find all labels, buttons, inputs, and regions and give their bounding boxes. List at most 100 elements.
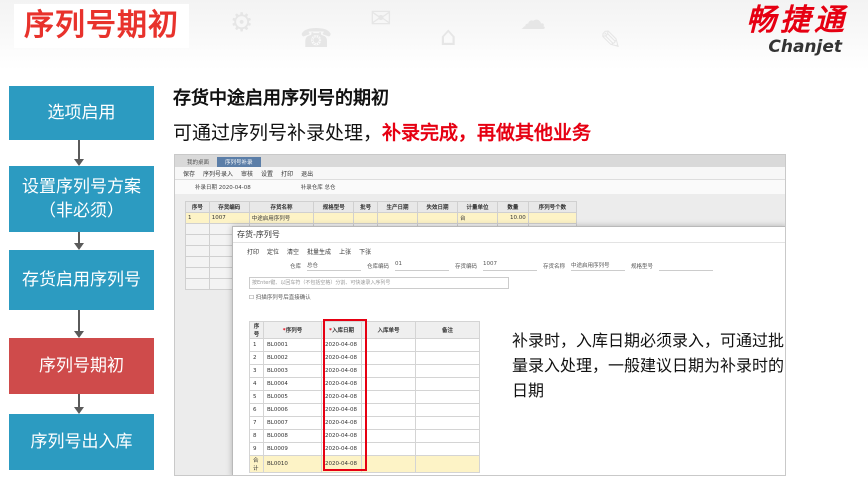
scan-input[interactable]: 按Enter键、以回车符（不包括空格）分割、可快速录入序列号 (249, 277, 509, 289)
save-button[interactable]: 保存 (183, 169, 195, 178)
table-row[interactable]: 2 BL0002 2020-04-08 (249, 351, 480, 365)
checkbox-label: 扫描序列号后直接确认 (255, 295, 311, 301)
cell-name: 中途启用序列号 (248, 212, 315, 224)
flow-step-5: 序列号出入库 (9, 414, 154, 470)
column-header: 序列号个数 (527, 201, 578, 213)
slide: ⚙ ☎ ✉ ⌂ ☁ ✎ 序列号期初 畅捷通 Chanjet 选项启用 设置序列号方案（… (0, 0, 868, 486)
column-header: 序号 (185, 201, 210, 213)
dialog-locate-button[interactable]: 定位 (267, 247, 279, 256)
cell-date: 2020-04-08 (321, 455, 362, 473)
column-header-text: 序列号 (285, 328, 303, 334)
cell-sn: BL0004 (263, 377, 322, 391)
cell-no: 6 (249, 403, 264, 417)
flow-arrow (74, 394, 84, 414)
dialog-fields: 仓库 总仓 仓库编码 01 存货编码 1007 存货名称 中途启用序列号 规格型号 (233, 259, 785, 273)
column-header: *入库日期 (321, 321, 362, 339)
cell-date: 2020-04-08 (321, 442, 362, 456)
filter-date-label: 补录日期 (195, 185, 218, 191)
serial-entry-button[interactable]: 序列号录入 (203, 169, 233, 178)
cell-sn: BL0003 (263, 364, 322, 378)
cell-no: 9 (249, 442, 264, 456)
filter-date[interactable]: 补录日期 2020-04-08 (195, 183, 251, 191)
section-heading: 存货中途启用序列号的期初 (173, 88, 389, 109)
field-label: 仓库编码 (367, 264, 390, 270)
cell-no: 3 (249, 364, 264, 378)
column-header: 存货名称 (248, 201, 315, 213)
flow-step-1: 选项启用 (9, 86, 154, 140)
dialog-batch-generate-button[interactable]: 批量生成 (307, 247, 331, 256)
logo-en-text: Chanjet (768, 37, 842, 57)
filter-warehouse[interactable]: 补录仓库 总仓 (301, 183, 336, 191)
cell-sn: BL0008 (263, 429, 322, 443)
settings-button[interactable]: 设置 (261, 169, 273, 178)
dialog-prev-button[interactable]: 上张 (339, 247, 351, 256)
table-row[interactable]: 5 BL0005 2020-04-08 (249, 390, 480, 404)
flow-step-3: 存货启用序列号 (9, 250, 154, 310)
table-row[interactable]: 6 BL0006 2020-04-08 (249, 403, 480, 417)
table-row[interactable]: 合计 BL0010 2020-04-08 (249, 455, 480, 473)
filter-warehouse-value: 总仓 (324, 185, 336, 191)
column-header: 入库单号 (361, 321, 416, 339)
flow-step-4-active: 序列号期初 (9, 338, 154, 394)
table-row[interactable]: 9 BL0009 2020-04-08 (249, 442, 480, 456)
dialog-next-button[interactable]: 下张 (359, 247, 371, 256)
table-row[interactable]: 3 BL0003 2020-04-08 (249, 364, 480, 378)
column-header: 备注 (415, 321, 480, 339)
cell-date: 2020-04-08 (321, 377, 362, 391)
audit-button[interactable]: 审核 (241, 169, 253, 178)
cell-sn: BL0006 (263, 403, 322, 417)
tab-desktop[interactable]: 我的桌面 (179, 157, 217, 167)
auto-confirm-checkbox[interactable]: ☐ 扫描序列号后直接确认 (249, 293, 785, 301)
dialog-print-button[interactable]: 打印 (247, 247, 259, 256)
app-toolbar: 保存 序列号录入 审核 设置 打印 退出 (175, 167, 785, 180)
filter-warehouse-label: 补录仓库 (300, 185, 323, 191)
dialog-title: 存货-序列号 (233, 227, 785, 243)
column-header: 存货编码 (208, 201, 250, 213)
column-header: 生产日期 (376, 201, 418, 213)
table-row[interactable]: 7 BL0007 2020-04-08 (249, 416, 480, 430)
tab-serial-supplement[interactable]: 序列号补录 (217, 157, 261, 167)
flow-arrow (74, 310, 84, 338)
app-screenshot: 我的桌面 序列号补录 保存 序列号录入 审核 设置 打印 退出 补录日期 202… (174, 154, 786, 476)
column-header-text: 入库日期 (331, 328, 354, 334)
field-warehouse[interactable]: 总仓 (307, 261, 361, 271)
app-tab-bar: 我的桌面 序列号补录 (175, 155, 785, 167)
section-description: 可通过序列号补录处理，补录完成，再做其他业务 (173, 118, 591, 145)
field-label: 规格型号 (631, 264, 654, 270)
description-text: 可通过序列号补录处理， (173, 122, 383, 144)
description-emphasis: 补录完成，再做其他业务 (382, 122, 592, 144)
cell-sn: BL0010 (263, 455, 322, 473)
dialog-clear-button[interactable]: 清空 (287, 247, 299, 256)
filter-date-value: 2020-04-08 (218, 185, 251, 191)
cell-date: 2020-04-08 (321, 364, 362, 378)
table-row[interactable]: 8 BL0008 2020-04-08 (249, 429, 480, 443)
cell-qty: 10.00 (496, 212, 529, 224)
column-header: 计量单位 (456, 201, 498, 213)
cell-no: 2 (249, 351, 264, 365)
cell-code: 1007 (208, 212, 250, 224)
field-warehouse-code[interactable]: 01 (395, 261, 449, 271)
cell-sn: BL0002 (263, 351, 322, 365)
table-row[interactable]: 4 BL0004 2020-04-08 (249, 377, 480, 391)
cell-date: 2020-04-08 (321, 416, 362, 430)
field-label: 仓库 (289, 264, 301, 270)
chanjet-logo: 畅捷通 Chanjet (688, 4, 848, 60)
flow-step-2: 设置序列号方案（非必须） (9, 166, 154, 232)
cell-sn: BL0007 (263, 416, 322, 430)
cell-sn: BL0005 (263, 390, 322, 404)
field-inventory-name[interactable]: 中途启用序列号 (571, 261, 625, 271)
column-header: 失效日期 (416, 201, 458, 213)
cell-total: 合计 (249, 455, 264, 473)
field-spec[interactable] (659, 261, 713, 271)
exit-button[interactable]: 退出 (301, 169, 313, 178)
slide-title: 序列号期初 (14, 4, 189, 48)
cell-no: 7 (249, 416, 264, 430)
table-row[interactable]: 1 1007 中途启用序列号 台 10.00 (185, 212, 578, 224)
cell-unit: 台 (456, 212, 498, 224)
cell-no: 5 (249, 390, 264, 404)
table-row[interactable]: 1 BL0001 2020-04-08 (249, 338, 480, 352)
print-button[interactable]: 打印 (281, 169, 293, 178)
field-label: 存货编码 (455, 264, 478, 270)
field-inventory-code[interactable]: 1007 (483, 261, 537, 271)
flow-arrow (74, 232, 84, 250)
